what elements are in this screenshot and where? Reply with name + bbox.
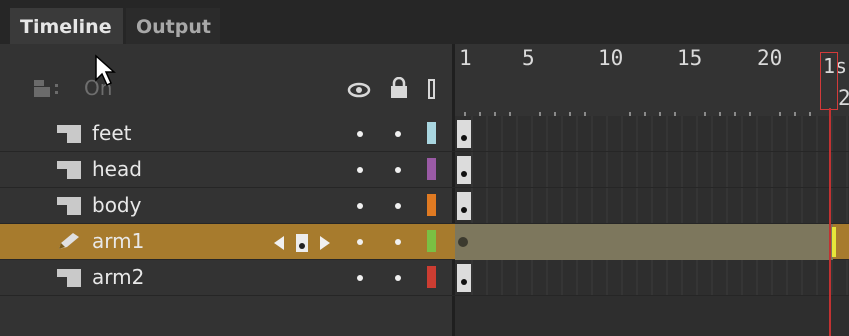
ruler-label-20: 20 <box>757 46 783 70</box>
ruler-ticks <box>464 112 811 116</box>
layer-name[interactable]: body <box>92 188 141 224</box>
tab-output[interactable]: Output <box>126 8 220 44</box>
keyframe-nav <box>274 234 330 252</box>
keyframe[interactable] <box>457 120 471 148</box>
layer-color-swatch[interactable] <box>427 230 436 252</box>
ruler-label-1: 1 <box>459 46 472 70</box>
layer-name[interactable]: arm2 <box>92 260 144 296</box>
lock-dot[interactable] <box>395 275 401 281</box>
layer-name[interactable]: head <box>92 152 142 188</box>
keyframe[interactable] <box>457 192 471 220</box>
layer-color-swatch[interactable] <box>427 122 436 144</box>
playhead-line <box>829 108 831 336</box>
lock-dot[interactable] <box>395 131 401 137</box>
layer-row-arm1[interactable]: arm1 <box>0 224 849 260</box>
visibility-dot[interactable] <box>357 203 363 209</box>
tab-bar: Timeline Output <box>0 0 849 44</box>
lock-dot[interactable] <box>395 239 401 245</box>
visibility-dot[interactable] <box>357 167 363 173</box>
tween-span[interactable] <box>455 224 833 260</box>
keyframe-empty[interactable] <box>458 237 468 247</box>
layer-row-feet[interactable]: feet <box>0 116 849 152</box>
visibility-dot[interactable] <box>357 239 363 245</box>
lock-dot[interactable] <box>395 203 401 209</box>
layer-icon <box>57 125 81 143</box>
lock-icon[interactable] <box>390 77 408 99</box>
previous-keyframe-icon[interactable] <box>274 236 284 250</box>
ruler-label-15: 15 <box>677 46 703 70</box>
layer-row-body[interactable]: body <box>0 188 849 224</box>
pencil-icon <box>59 233 79 249</box>
ruler-label-5: 5 <box>522 46 535 70</box>
layer-icon <box>57 161 81 179</box>
layer-color-swatch[interactable] <box>427 194 436 216</box>
lock-dot[interactable] <box>395 167 401 173</box>
pointer-cursor-icon <box>95 54 116 87</box>
layer-row-arm2[interactable]: arm2 <box>0 260 849 296</box>
layer-color-swatch[interactable] <box>427 158 436 180</box>
visibility-dot[interactable] <box>357 275 363 281</box>
ruler-label-25: 2 <box>838 86 849 110</box>
tween-end-marker <box>832 227 836 257</box>
outline-icon[interactable] <box>428 79 435 99</box>
playhead[interactable] <box>820 52 838 110</box>
keyframe[interactable] <box>457 156 471 184</box>
visibility-dot[interactable] <box>357 131 363 137</box>
ruler-label-10: 10 <box>598 46 624 70</box>
layer-color-swatch[interactable] <box>427 266 436 288</box>
keyframe[interactable] <box>457 264 471 292</box>
layer-name[interactable]: arm1 <box>92 224 144 260</box>
layer-name[interactable]: feet <box>92 116 132 152</box>
layer-icon <box>57 269 81 287</box>
tab-timeline[interactable]: Timeline <box>10 8 123 44</box>
layer-outline-icon[interactable] <box>34 78 68 100</box>
timeline-panel: Timeline Output On 1 5 10 15 20 2 1s fee… <box>0 0 849 336</box>
eye-icon[interactable] <box>347 82 371 98</box>
layer-icon <box>57 197 81 215</box>
next-keyframe-icon[interactable] <box>320 236 330 250</box>
frame-ruler[interactable] <box>455 44 849 116</box>
layer-row-head[interactable]: head <box>0 152 849 188</box>
